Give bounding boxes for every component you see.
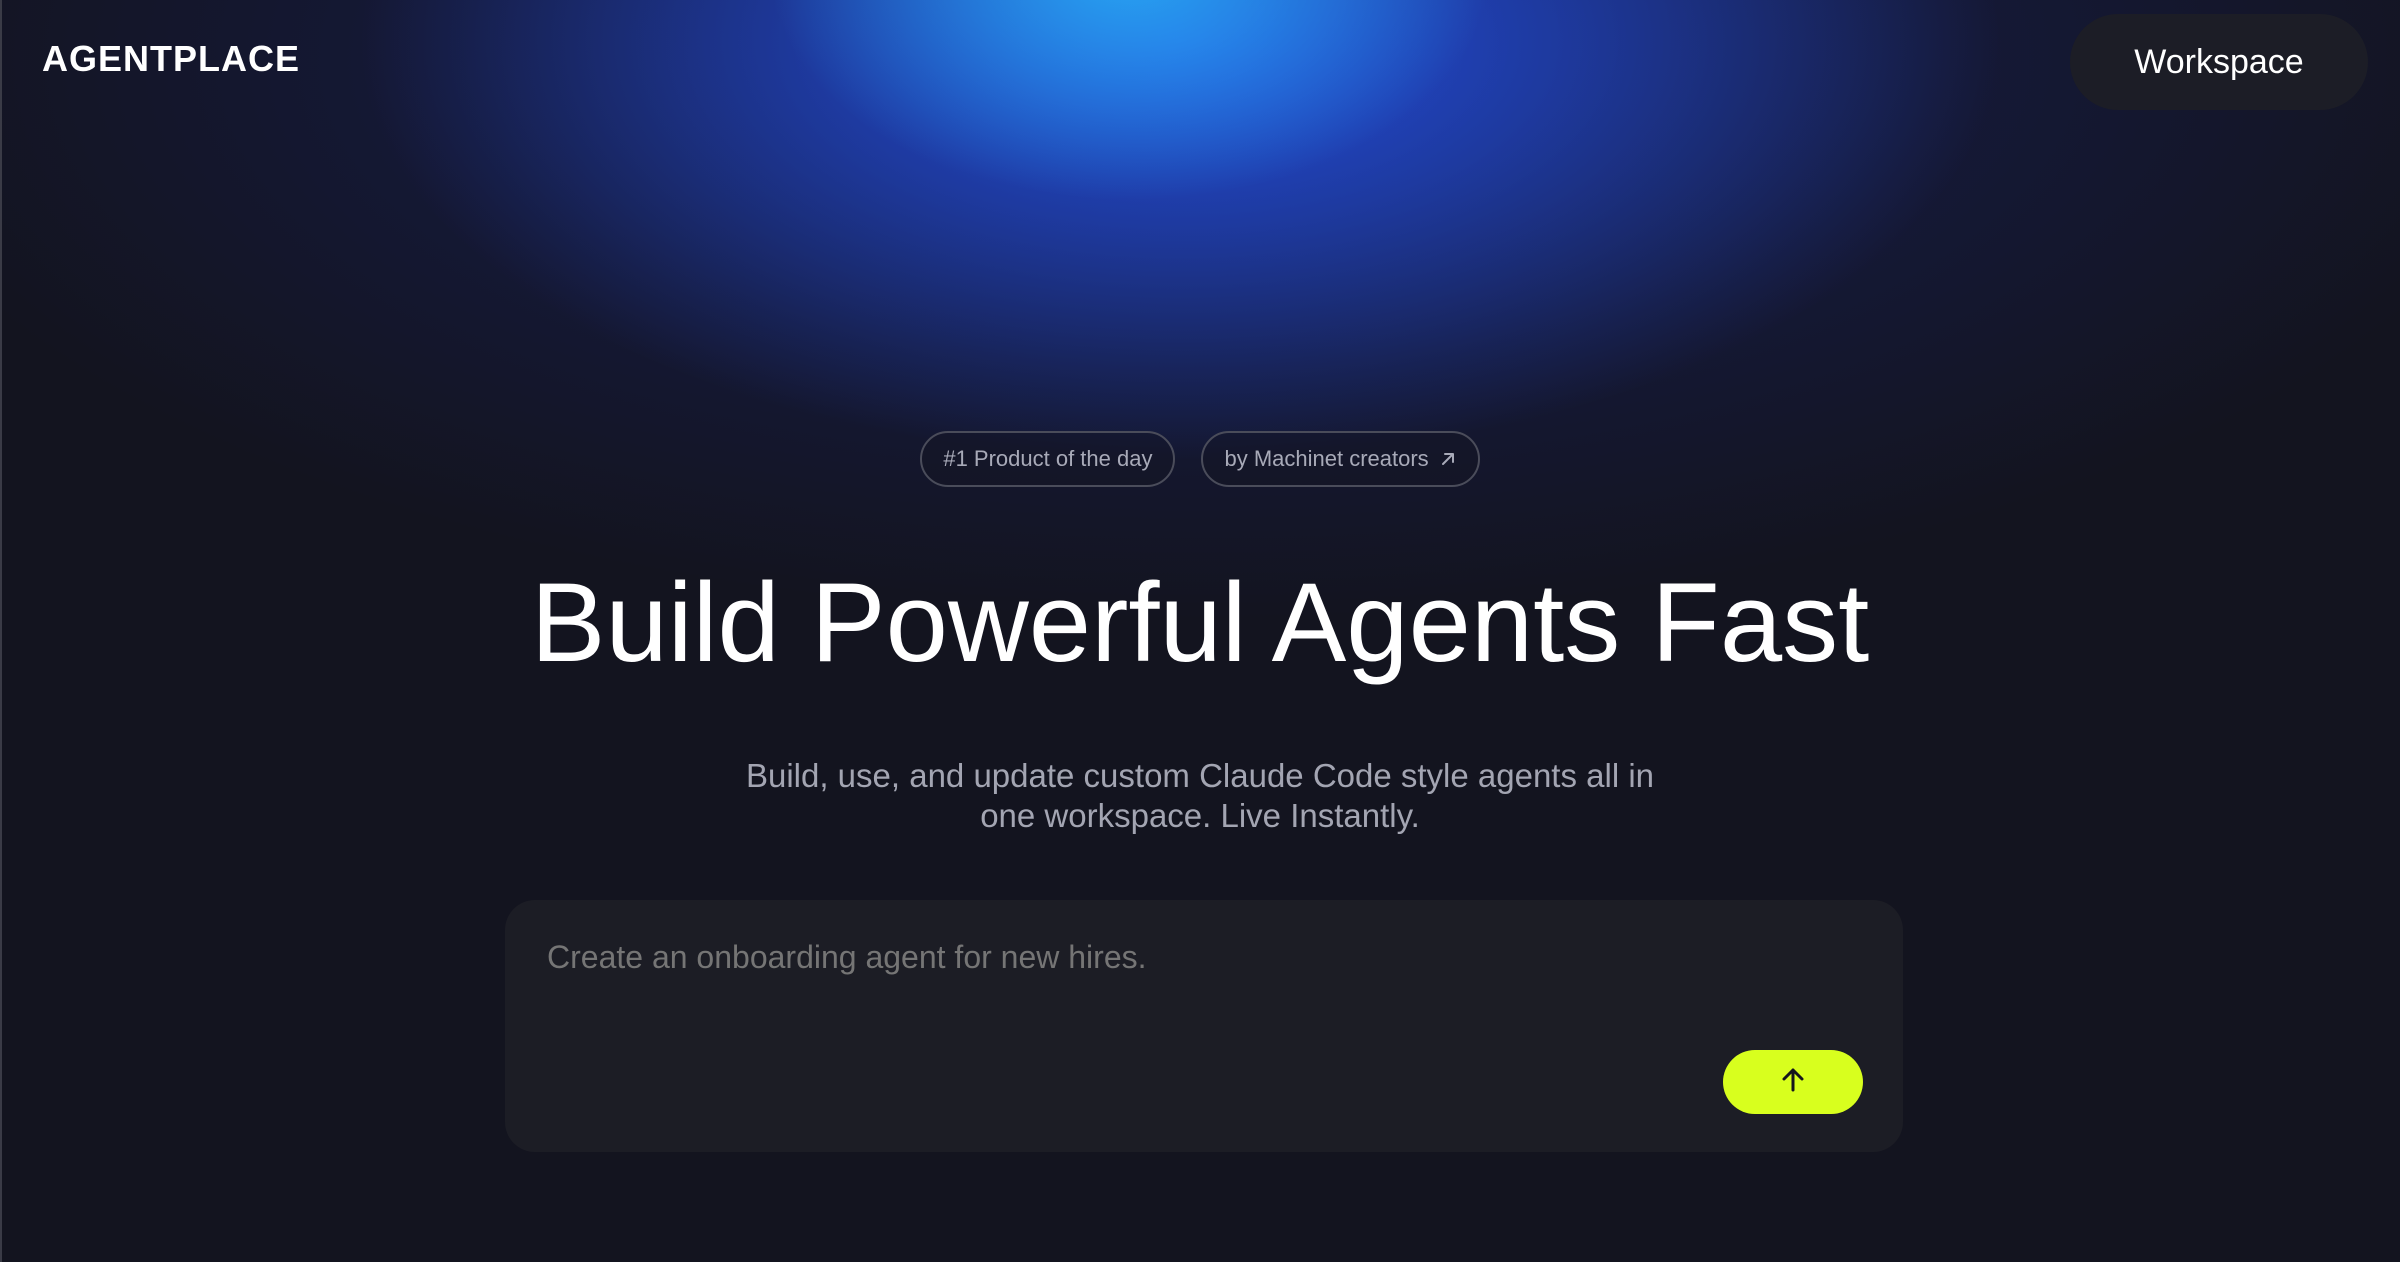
prompt-input[interactable] bbox=[545, 938, 1849, 977]
workspace-button[interactable]: Workspace bbox=[2070, 14, 2368, 110]
creators-badge-label: by Machinet creators bbox=[1224, 446, 1429, 471]
machinet-creators-link[interactable]: by Machinet creators bbox=[1201, 431, 1480, 487]
badge-row: #1 Product of the day by Machinet creato… bbox=[0, 431, 2400, 487]
hero-title: Build Powerful Agents Fast bbox=[530, 560, 1870, 685]
hero-subtitle: Build, use, and update custom Claude Cod… bbox=[745, 757, 1655, 834]
brand-logo[interactable]: AGENTPLACE bbox=[42, 38, 300, 80]
prompt-box bbox=[505, 900, 1903, 1152]
product-badge-label: #1 Product of the day bbox=[943, 446, 1153, 471]
send-button[interactable] bbox=[1723, 1050, 1863, 1114]
external-link-icon bbox=[1439, 450, 1457, 468]
product-of-the-day-badge[interactable]: #1 Product of the day bbox=[920, 431, 1176, 487]
arrow-up-icon bbox=[1778, 1065, 1808, 1100]
landing-page: AGENTPLACE Workspace #1 Product of the d… bbox=[0, 0, 2400, 1262]
hero-glow bbox=[0, 0, 2400, 620]
